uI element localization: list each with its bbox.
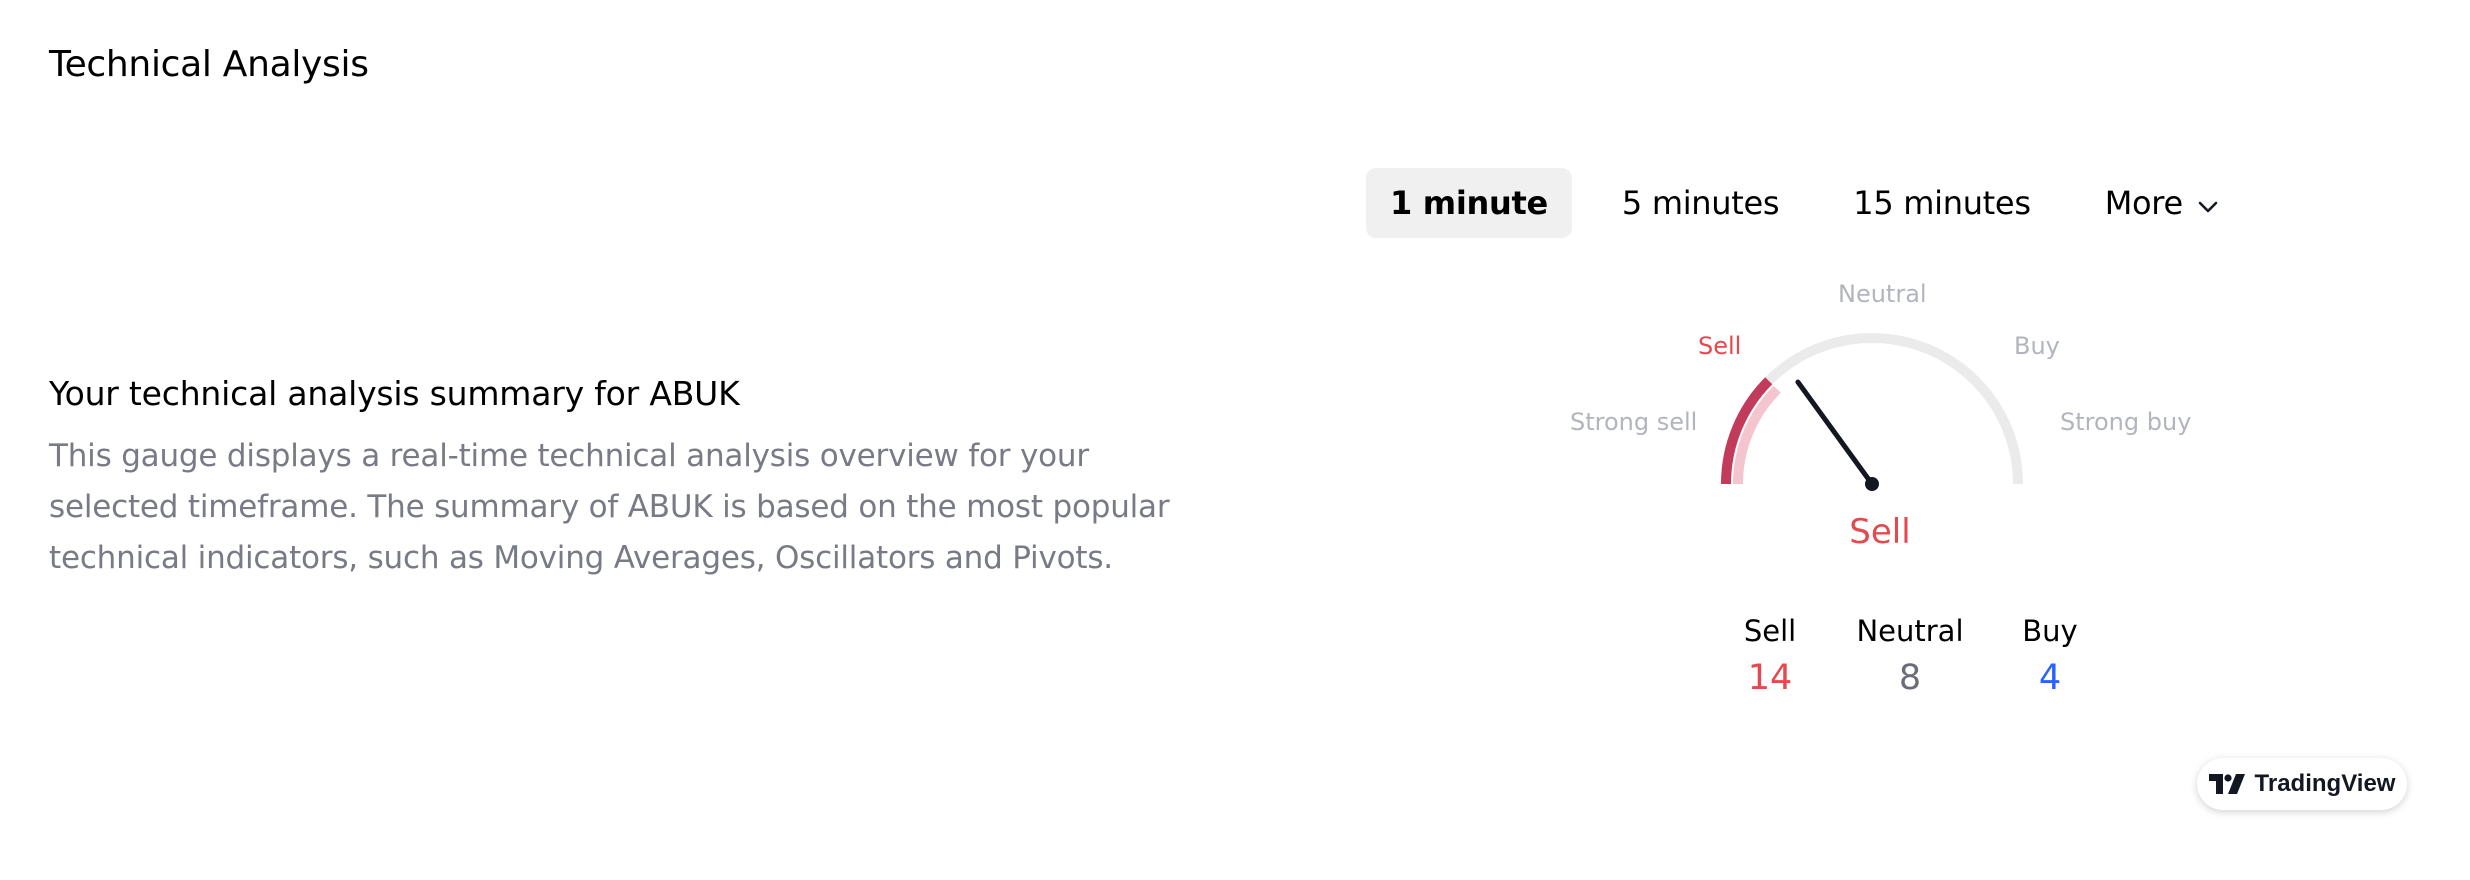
counter-label: Sell (1743, 614, 1797, 648)
tab-1-minute[interactable]: 1 minute (1366, 168, 1572, 238)
tab-5-minutes[interactable]: 5 minutes (1598, 168, 1803, 238)
page-title: Technical Analysis (49, 44, 369, 85)
tradingview-badge[interactable]: TradingView (2197, 758, 2407, 810)
counter-neutral: Neutral 8 (1840, 614, 1980, 698)
more-dropdown-button[interactable]: More (2081, 168, 2243, 238)
counter-sell: Sell 14 (1700, 614, 1840, 698)
counter-value: 4 (2038, 658, 2062, 698)
summary-section: Your technical analysis summary for ABUK… (49, 374, 1199, 584)
tab-label: More (2104, 184, 2183, 222)
signal-counters: Sell 14 Neutral 8 Buy 4 (1700, 614, 2120, 698)
timeframe-tabs: 1 minute 5 minutes 15 minutes More (1366, 168, 2269, 238)
tab-label: 5 minutes (1621, 184, 1780, 222)
gauge-needle (1795, 379, 1875, 487)
summary-title: Your technical analysis summary for ABUK (49, 374, 740, 413)
gauge-result: Sell (1849, 512, 1911, 552)
counter-value: 8 (1898, 658, 1922, 698)
counter-buy: Buy 4 (1980, 614, 2120, 698)
gauge-track (1721, 333, 2023, 485)
tab-15-minutes[interactable]: 15 minutes (1829, 168, 2054, 238)
gauge-arc (1721, 333, 2023, 491)
counter-label: Neutral (1856, 614, 1964, 648)
tab-label: 15 minutes (1853, 184, 2031, 222)
gauge-fill-inner (1733, 385, 1781, 485)
counter-value: 14 (1747, 658, 1793, 698)
tradingview-label: TradingView (2254, 770, 2396, 797)
summary-description: This gauge displays a real-time technica… (49, 438, 1170, 576)
tradingview-logo-icon (2208, 774, 2245, 794)
counter-label: Buy (2022, 614, 2078, 648)
tab-label: 1 minute (1390, 184, 1548, 222)
chevron-down-icon (2197, 184, 2219, 222)
gauge-needle-pivot (1865, 477, 1879, 491)
